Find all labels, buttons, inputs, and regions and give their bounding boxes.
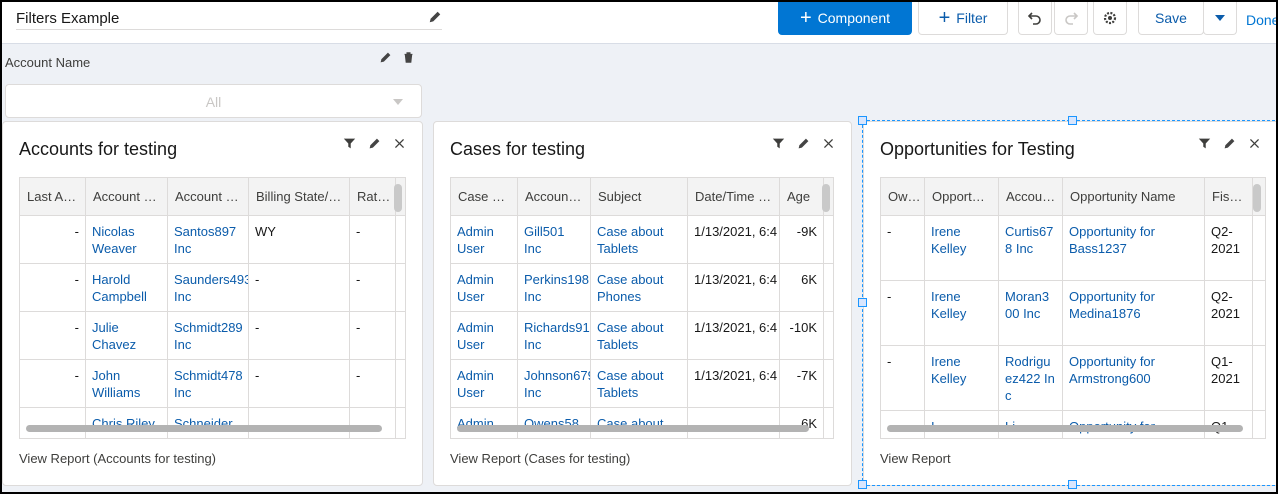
- accounts-card[interactable]: Accounts for testing Last A… Account … A…: [2, 121, 423, 486]
- save-button[interactable]: Save: [1138, 2, 1204, 35]
- card-title: Accounts for testing: [19, 139, 178, 159]
- table-row: - Julie Chavez Schmidt289 Inc - -: [20, 312, 405, 360]
- dashboard-title[interactable]: Filters Example: [16, 10, 119, 27]
- view-report-link[interactable]: View Report (Cases for testing): [450, 451, 630, 466]
- resize-handle[interactable]: [858, 480, 867, 489]
- card-tools: [772, 137, 835, 150]
- filter-icon[interactable]: [343, 137, 356, 150]
- table-row: Admin Owens58 Case about 6K: [451, 408, 833, 438]
- account-name-filter-select[interactable]: All: [5, 84, 422, 118]
- table-header: Last A… Account … Account … Billing Stat…: [20, 178, 405, 216]
- close-icon[interactable]: [822, 137, 835, 150]
- save-options-button[interactable]: [1203, 2, 1237, 35]
- dashboard-title-field[interactable]: Filters Example: [16, 8, 442, 30]
- card-title: Cases for testing: [450, 139, 586, 159]
- vertical-scrollbar[interactable]: [394, 184, 402, 212]
- resize-handle[interactable]: [858, 298, 867, 307]
- column-header[interactable]: Age: [780, 178, 824, 216]
- chevron-down-icon: [393, 99, 403, 105]
- pencil-icon[interactable]: [368, 137, 381, 150]
- table-row: Admin User Richards913 Inc Case about Ta…: [451, 312, 833, 360]
- view-report-link[interactable]: View Report (Accounts for testing): [19, 451, 216, 466]
- table-header: Case … Accoun… Subject Date/Time … Age: [451, 178, 833, 216]
- selection-outline: [862, 120, 1276, 486]
- cases-table[interactable]: Case … Accoun… Subject Date/Time … Age A…: [450, 177, 834, 439]
- table-row: - Nicolas Weaver Santos897 Inc WY -: [20, 216, 405, 264]
- filter-label: Account Name: [5, 55, 91, 70]
- chevron-down-icon: [1215, 15, 1225, 21]
- undo-button[interactable]: [1018, 2, 1052, 35]
- dashboard-editor: Filters Example + Component + Filter Sav…: [0, 0, 1278, 494]
- column-header[interactable]: Account …: [86, 178, 168, 216]
- pencil-icon[interactable]: [797, 137, 810, 150]
- done-button[interactable]: Done: [1246, 12, 1276, 28]
- table-row: Admin User Johnson679 Inc Case about Tab…: [451, 360, 833, 408]
- filter-actions: [379, 51, 415, 64]
- column-header[interactable]: Rat…: [350, 178, 396, 216]
- card-tools: [343, 137, 406, 150]
- vertical-scrollbar[interactable]: [822, 184, 830, 212]
- table-row: Admin User Gill501 Inc Case about Tablet…: [451, 216, 833, 264]
- table-row: Admin User Perkins198 Inc Case about Pho…: [451, 264, 833, 312]
- undo-icon: [1027, 12, 1041, 25]
- settings-button[interactable]: [1093, 2, 1127, 35]
- gear-icon: [1103, 11, 1117, 25]
- trash-icon[interactable]: [402, 51, 415, 64]
- column-header[interactable]: Last A…: [20, 178, 86, 216]
- pencil-icon[interactable]: [428, 10, 442, 24]
- add-filter-button[interactable]: + Filter: [918, 2, 1008, 35]
- resize-handle[interactable]: [858, 116, 867, 125]
- column-header[interactable]: Subject: [591, 178, 688, 216]
- horizontal-scrollbar[interactable]: [457, 425, 809, 432]
- resize-handle[interactable]: [1068, 116, 1077, 125]
- cases-card[interactable]: Cases for testing Case … Accoun… Subject…: [433, 121, 852, 486]
- horizontal-scrollbar[interactable]: [26, 425, 382, 432]
- column-header[interactable]: Billing State/…: [249, 178, 350, 216]
- plus-icon: +: [799, 7, 812, 29]
- redo-button[interactable]: [1054, 2, 1088, 35]
- table-row: Chris Riley Schneider: [20, 408, 405, 438]
- plus-icon: +: [938, 7, 951, 29]
- close-icon[interactable]: [393, 137, 406, 150]
- column-header[interactable]: Account …: [168, 178, 249, 216]
- column-header[interactable]: Date/Time …: [688, 178, 780, 216]
- redo-icon: [1065, 12, 1079, 25]
- pencil-icon[interactable]: [379, 51, 392, 64]
- add-component-button[interactable]: + Component: [778, 2, 912, 35]
- toolbar: Filters Example + Component + Filter Sav…: [2, 2, 1276, 44]
- accounts-table[interactable]: Last A… Account … Account … Billing Stat…: [19, 177, 406, 439]
- table-row: - John Williams Schmidt478 Inc - -: [20, 360, 405, 408]
- filter-icon[interactable]: [772, 137, 785, 150]
- resize-handle[interactable]: [1068, 480, 1077, 489]
- table-row: - Harold Campbell Saunders493 Inc - -: [20, 264, 405, 312]
- column-header[interactable]: Accoun…: [518, 178, 591, 216]
- column-header[interactable]: Case …: [451, 178, 518, 216]
